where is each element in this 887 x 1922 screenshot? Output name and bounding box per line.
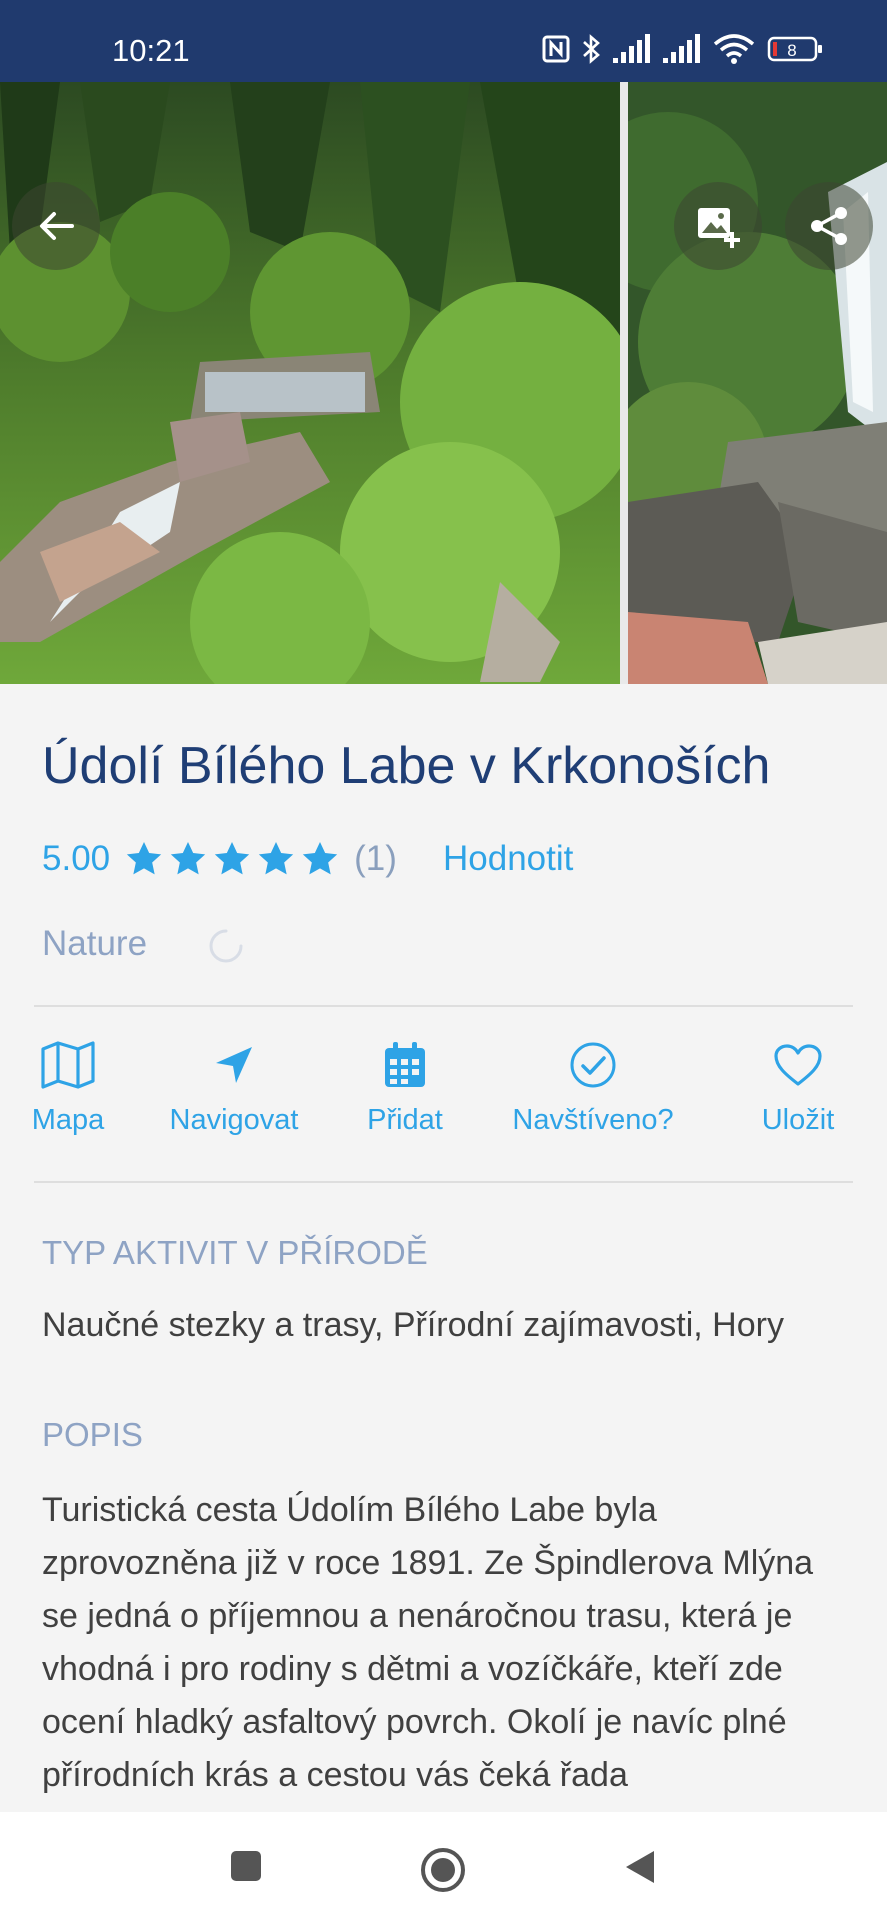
star-icon (126, 842, 162, 875)
navigate-action[interactable]: Navigovat (164, 1036, 304, 1137)
nfc-icon (542, 35, 570, 63)
action-label: Navigovat (169, 1104, 299, 1136)
section-title-description: POPIS (42, 1416, 143, 1453)
rating-row: 5.00 (1) (42, 836, 397, 882)
status-time: 10:21 (112, 33, 190, 68)
visited-action[interactable]: Navštíveno? (508, 1036, 678, 1137)
wifi-icon (713, 34, 755, 64)
signal-icon (613, 34, 650, 63)
star-icon (170, 842, 206, 875)
gallery-photo[interactable] (628, 82, 887, 684)
back-arrow-icon (40, 212, 74, 240)
action-label: Navštíveno? (512, 1104, 674, 1136)
loading-spinner-icon (209, 929, 243, 963)
rating-stars (124, 839, 340, 879)
calendar-icon (385, 1042, 425, 1087)
add-action[interactable]: Přidat (362, 1036, 448, 1137)
share-icon (811, 207, 847, 245)
home-button[interactable] (419, 1846, 467, 1894)
page-title: Údolí Bílého Labe v Krkonoších (42, 737, 771, 795)
save-action[interactable]: Uložit (756, 1036, 840, 1137)
action-label: Uložit (761, 1104, 835, 1136)
check-circle-icon (570, 1042, 616, 1088)
category-label: Nature (42, 924, 148, 963)
description-text: Turistická cesta Údolím Bílého Labe byla… (42, 1491, 814, 1794)
battery-icon: 8 (767, 34, 823, 64)
battery-level: 8 (787, 41, 797, 60)
rating-count: (1) (354, 839, 397, 878)
star-icon (214, 842, 250, 875)
status-icons: 8 (541, 34, 831, 68)
divider (34, 1181, 853, 1183)
heart-icon (774, 1044, 822, 1086)
system-nav-bar (0, 1812, 887, 1922)
signal-icon (663, 34, 700, 63)
add-photo-icon (698, 208, 740, 248)
navigate-icon (216, 1047, 252, 1083)
status-bar: 10:21 8 (0, 0, 887, 82)
star-icon (258, 842, 294, 875)
activity-type-text: Naučné stezky a trasy, Přírodní zajímavo… (42, 1306, 784, 1344)
bluetooth-icon (583, 34, 600, 64)
section-title-activity-type: TYP AKTIVIT V PŘÍRODĚ (42, 1234, 428, 1271)
back-nav-button[interactable] (622, 1848, 658, 1886)
divider (34, 1005, 853, 1007)
rate-link[interactable]: Hodnotit (443, 839, 573, 879)
gallery-photo[interactable] (0, 82, 620, 684)
action-label: Přidat (367, 1104, 443, 1136)
map-icon (41, 1041, 95, 1089)
photo-gallery[interactable] (0, 82, 887, 684)
add-photo-button[interactable] (674, 182, 762, 270)
action-bar: Mapa Navigovat Přidat Navštíveno? Uložit (0, 1036, 887, 1156)
back-button[interactable] (12, 182, 100, 270)
star-icon (302, 842, 338, 875)
action-label: Mapa (31, 1104, 105, 1136)
map-action[interactable]: Mapa (28, 1036, 108, 1137)
share-button[interactable] (785, 182, 873, 270)
rating-value: 5.00 (42, 839, 111, 878)
recents-button[interactable] (228, 1848, 264, 1884)
